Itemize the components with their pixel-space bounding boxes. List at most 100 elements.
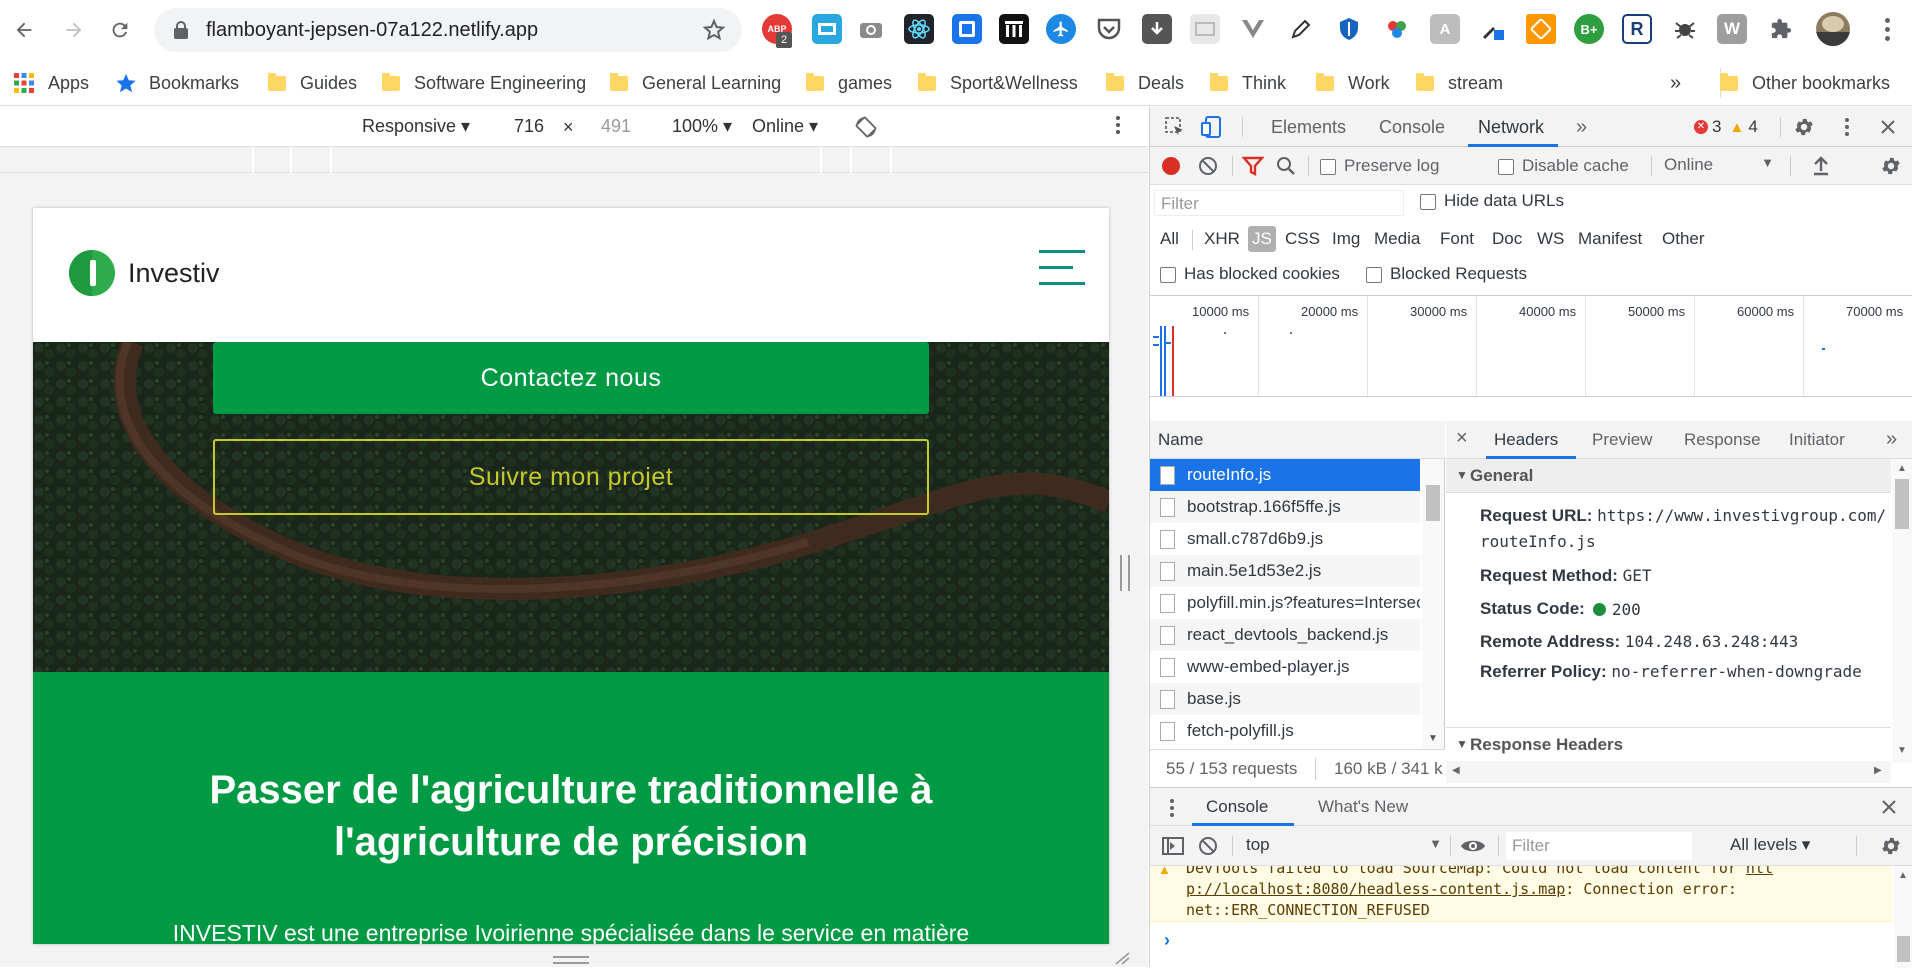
tab-initiator[interactable]: Initiator <box>1789 430 1845 450</box>
tab-console[interactable]: Console <box>1379 107 1445 147</box>
filter-ws[interactable]: WS <box>1537 224 1564 254</box>
request-row[interactable]: react_devtools_backend.js <box>1150 619 1420 651</box>
shield-icon[interactable] <box>1334 14 1364 44</box>
rotate-icon[interactable] <box>855 116 877 138</box>
zoom-select[interactable]: 100% ▾ <box>672 116 732 137</box>
scroll-up-icon[interactable]: ▲ <box>1898 870 1908 881</box>
scroll-left-icon[interactable]: ◀ <box>1452 765 1460 776</box>
clear-console-icon[interactable] <box>1198 836 1218 856</box>
source-link[interactable]: htt <box>1746 866 1773 877</box>
record-icon[interactable] <box>1162 157 1180 175</box>
vue-devtools-icon[interactable] <box>1238 14 1268 44</box>
r-ext-icon[interactable]: R <box>1622 14 1652 44</box>
bitcoin-ext-icon[interactable] <box>1526 14 1556 44</box>
viewport-width-input[interactable]: 716 <box>498 111 560 141</box>
pencil-icon[interactable] <box>1286 14 1316 44</box>
bookmark-folder-other[interactable]: Other bookmarks <box>1720 68 1890 98</box>
media-query-ruler[interactable] <box>0 147 1148 173</box>
throttling-select[interactable]: Online ▼ <box>1664 155 1774 175</box>
inspect-element-icon[interactable] <box>1164 116 1186 138</box>
back-button[interactable] <box>6 12 42 48</box>
request-row-selected[interactable]: routeInfo.js <box>1150 459 1420 491</box>
bookmark-folder-think[interactable]: Think <box>1210 68 1286 98</box>
scrollbar-thumb[interactable] <box>1426 485 1440 521</box>
bookmarks-overflow-button[interactable]: » <box>1670 68 1681 98</box>
blocked-requests-checkbox[interactable]: Blocked Requests <box>1366 264 1527 284</box>
viewport-height-input[interactable]: 491 <box>586 111 646 141</box>
pocket-icon[interactable] <box>1094 14 1124 44</box>
drawer-menu-button[interactable] <box>1170 799 1174 817</box>
bookmark-folder-general-learning[interactable]: General Learning <box>610 68 781 98</box>
request-row[interactable]: fetch-polyfill.js <box>1150 715 1420 747</box>
filter-manifest[interactable]: Manifest <box>1578 224 1642 254</box>
console-settings-gear-icon[interactable] <box>1880 835 1902 857</box>
request-row[interactable]: small.c787d6b9.js <box>1150 523 1420 555</box>
scroll-right-icon[interactable]: ▶ <box>1874 765 1882 776</box>
response-headers-section[interactable]: ▼ Response Headers <box>1446 727 1891 761</box>
star-icon[interactable] <box>702 18 726 42</box>
network-settings-gear-icon[interactable] <box>1880 155 1902 177</box>
close-icon[interactable] <box>1879 118 1897 136</box>
window-gray-icon[interactable] <box>1190 14 1220 44</box>
request-row[interactable]: main.5e1d53e2.js <box>1150 555 1420 587</box>
columns-ext-icon[interactable] <box>999 14 1029 44</box>
more-detail-tabs-button[interactable]: » <box>1886 428 1897 451</box>
general-section-header[interactable]: ▼ General <box>1446 459 1891 493</box>
site-brand[interactable]: Investiv <box>128 258 220 289</box>
close-details-button[interactable]: × <box>1456 427 1468 450</box>
filter-media[interactable]: Media <box>1374 224 1420 254</box>
bplus-ext-icon[interactable]: B+ <box>1574 14 1604 44</box>
filter-xhr[interactable]: XHR <box>1204 224 1240 254</box>
eyedropper-icon[interactable] <box>1478 14 1508 44</box>
has-blocked-cookies-checkbox[interactable]: Has blocked cookies <box>1160 264 1340 284</box>
w-ext-icon[interactable]: W <box>1717 14 1747 44</box>
filter-css[interactable]: CSS <box>1285 224 1320 254</box>
chrome-menu-button[interactable] <box>1872 14 1902 44</box>
filter-doc[interactable]: Doc <box>1492 224 1522 254</box>
detail-h-scrollbar[interactable]: ◀ ▶ <box>1446 761 1891 783</box>
import-har-icon[interactable] <box>1812 156 1830 176</box>
device-more-button[interactable] <box>1116 116 1120 134</box>
console-scrollbar[interactable]: ▲ <box>1894 866 1912 968</box>
network-throttle-select[interactable]: Online ▾ <box>752 116 818 137</box>
scroll-up-icon[interactable]: ▲ <box>1897 463 1907 474</box>
device-mode-select[interactable]: Responsive ▾ <box>362 116 470 137</box>
bookmark-folder-software-engineering[interactable]: Software Engineering <box>382 68 586 98</box>
request-row[interactable]: base.js <box>1150 683 1420 715</box>
bookmark-folder-work[interactable]: Work <box>1316 68 1390 98</box>
filter-img[interactable]: Img <box>1332 224 1360 254</box>
filter-js[interactable]: JS <box>1248 226 1276 252</box>
filter-icon[interactable] <box>1242 156 1264 176</box>
disable-cache-checkbox[interactable]: Disable cache <box>1498 156 1629 176</box>
request-list-scrollbar[interactable]: ▼ <box>1422 459 1444 749</box>
bug-icon[interactable] <box>1670 14 1700 44</box>
bookmark-folder-deals[interactable]: Deals <box>1106 68 1184 98</box>
logo-icon[interactable] <box>69 250 115 296</box>
close-drawer-icon[interactable] <box>1880 798 1898 816</box>
bookmark-folder-sport-wellness[interactable]: Sport&Wellness <box>918 68 1078 98</box>
request-row[interactable]: bootstrap.166f5ffe.js <box>1150 491 1420 523</box>
plane-ext-icon[interactable] <box>1046 14 1076 44</box>
bookmark-bookmarks[interactable]: Bookmarks <box>115 68 239 98</box>
scrollbar-thumb[interactable] <box>1895 479 1909 529</box>
forward-button[interactable] <box>56 12 92 48</box>
request-row[interactable]: polyfill.min.js?features=IntersectionObs… <box>1150 587 1420 619</box>
react-devtools-icon[interactable] <box>904 14 934 44</box>
tab-headers[interactable]: Headers <box>1494 430 1558 450</box>
name-column-header[interactable]: Name <box>1150 421 1445 459</box>
request-row[interactable]: www-embed-player.js <box>1150 651 1420 683</box>
source-link[interactable]: p://localhost:8080/headless-content.js.m… <box>1186 880 1565 898</box>
bookmark-folder-guides[interactable]: Guides <box>268 68 357 98</box>
live-expression-eye-icon[interactable] <box>1460 836 1486 856</box>
height-resize-handle[interactable] <box>553 956 589 964</box>
tab-response[interactable]: Response <box>1684 430 1761 450</box>
window-ext-icon[interactable] <box>812 14 842 44</box>
gray-ext-icon[interactable]: A <box>1430 14 1460 44</box>
scrollbar-thumb[interactable] <box>1897 936 1910 962</box>
scroll-down-icon[interactable]: ▼ <box>1897 745 1907 756</box>
tab-preview[interactable]: Preview <box>1592 430 1652 450</box>
width-resize-handle[interactable] <box>1120 555 1130 591</box>
network-overview[interactable]: 10000 ms 20000 ms 30000 ms 40000 ms 5000… <box>1150 295 1912 397</box>
settings-gear-icon[interactable] <box>1793 116 1815 138</box>
camera-icon[interactable] <box>856 14 886 44</box>
